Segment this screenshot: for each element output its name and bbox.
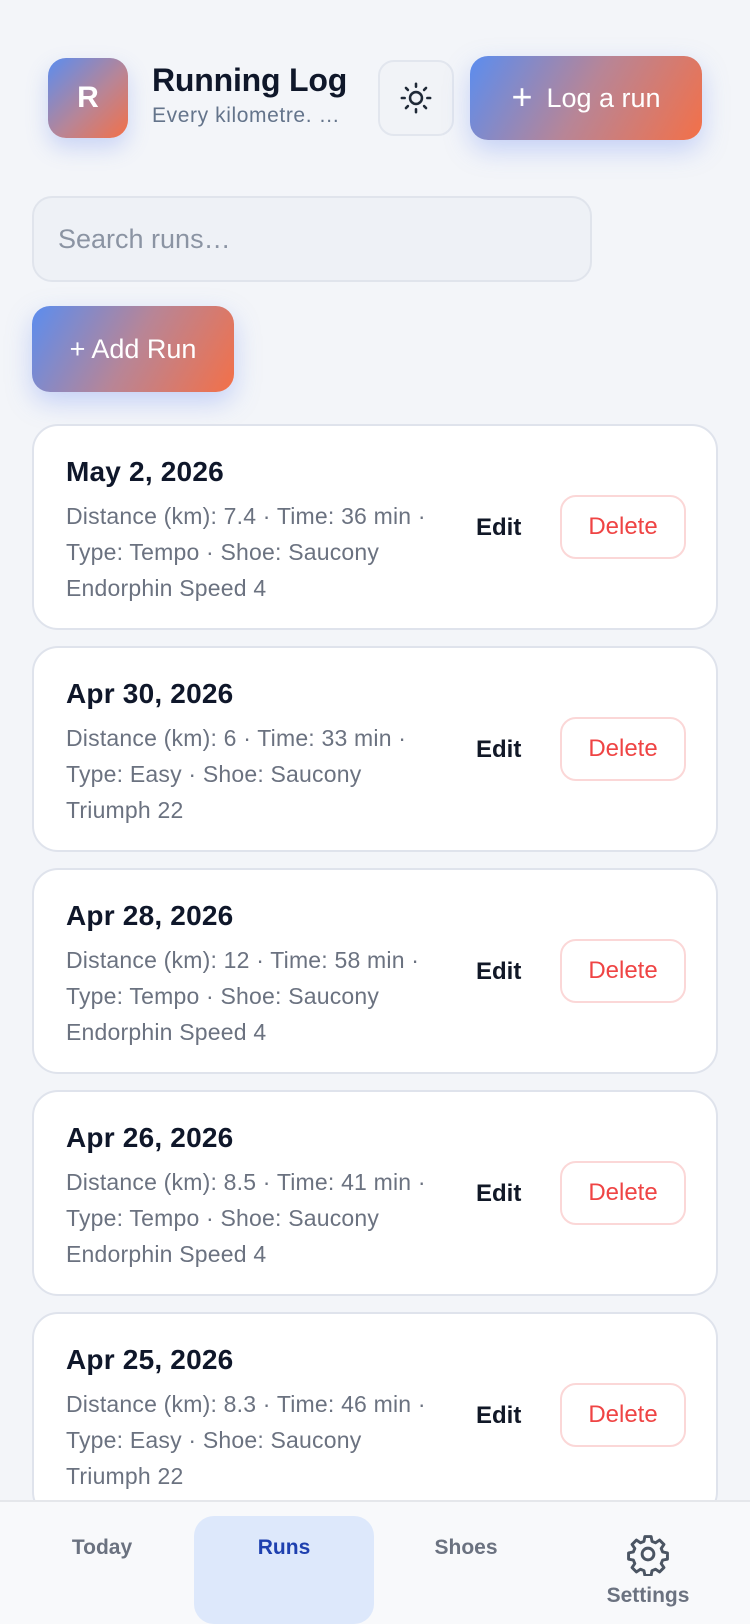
delete-button[interactable]: Delete — [560, 1383, 686, 1447]
run-date: Apr 25, 2026 — [66, 1344, 234, 1375]
add-run-button[interactable]: + Add Run — [32, 306, 234, 392]
run-details: Distance (km): 12 · Time: 58 min · Type:… — [66, 947, 420, 1045]
run-details: Distance (km): 7.4 · Time: 36 min · Type… — [66, 503, 426, 601]
run-details: Distance (km): 6 · Time: 33 min · Type: … — [66, 725, 407, 823]
app-subtitle: Every kilometre. … — [152, 104, 341, 127]
nav-tab-settings[interactable]: Settings — [558, 1502, 738, 1624]
run-card: Apr 28, 2026 Distance (km): 12 · Time: 5… — [32, 868, 718, 1074]
delete-button[interactable]: Delete — [560, 495, 686, 559]
delete-button[interactable]: Delete — [560, 1161, 686, 1225]
theme-toggle-button[interactable] — [378, 60, 454, 136]
edit-button[interactable]: Edit — [466, 502, 531, 554]
sun-icon — [400, 82, 432, 114]
plus-icon: + — [511, 75, 533, 117]
nav-tab-label: Settings — [606, 1584, 690, 1607]
edit-button[interactable]: Edit — [466, 946, 531, 998]
run-list: May 2, 2026 Distance (km): 7.4 · Time: 3… — [32, 424, 718, 1534]
log-run-button[interactable]: + Log a run — [470, 56, 702, 140]
app-title: Running Log — [152, 62, 348, 98]
delete-button[interactable]: Delete — [560, 939, 686, 1003]
run-details: Distance (km): 8.3 · Time: 46 min · Type… — [66, 1391, 426, 1489]
edit-button[interactable]: Edit — [466, 1390, 531, 1442]
run-card: Apr 26, 2026 Distance (km): 8.5 · Time: … — [32, 1090, 718, 1296]
nav-tab-today[interactable]: Today — [12, 1502, 192, 1624]
nav-tab-label: Shoes — [434, 1536, 498, 1559]
run-details: Distance (km): 8.5 · Time: 41 min · Type… — [66, 1169, 426, 1267]
avatar[interactable]: R — [48, 58, 128, 138]
run-date: May 2, 2026 — [66, 456, 224, 487]
run-card: May 2, 2026 Distance (km): 7.4 · Time: 3… — [32, 424, 718, 630]
delete-button[interactable]: Delete — [560, 717, 686, 781]
edit-button[interactable]: Edit — [466, 724, 531, 776]
running-log-app: R Running Log Every kilometre. … + Log a… — [0, 0, 750, 1624]
search-input[interactable] — [32, 196, 592, 282]
nav-tab-runs[interactable]: Runs — [194, 1502, 374, 1624]
nav-tab-label: Runs — [257, 1536, 311, 1559]
active-tab-indicator — [194, 1516, 374, 1624]
run-date: Apr 28, 2026 — [66, 900, 234, 931]
edit-button[interactable]: Edit — [466, 1168, 531, 1220]
log-run-label: Log a run — [546, 82, 661, 113]
header: R Running Log Every kilometre. … + Log a… — [0, 56, 750, 142]
gear-icon — [627, 1535, 669, 1576]
nav-tab-shoes[interactable]: Shoes — [376, 1502, 556, 1624]
bottom-nav: Today Runs Shoes Settings — [0, 1500, 750, 1624]
nav-tab-label: Today — [71, 1536, 133, 1559]
run-card: Apr 30, 2026 Distance (km): 6 · Time: 33… — [32, 646, 718, 852]
run-card: Apr 25, 2026 Distance (km): 8.3 · Time: … — [32, 1312, 718, 1518]
run-date: Apr 30, 2026 — [66, 678, 234, 709]
run-date: Apr 26, 2026 — [66, 1122, 234, 1153]
